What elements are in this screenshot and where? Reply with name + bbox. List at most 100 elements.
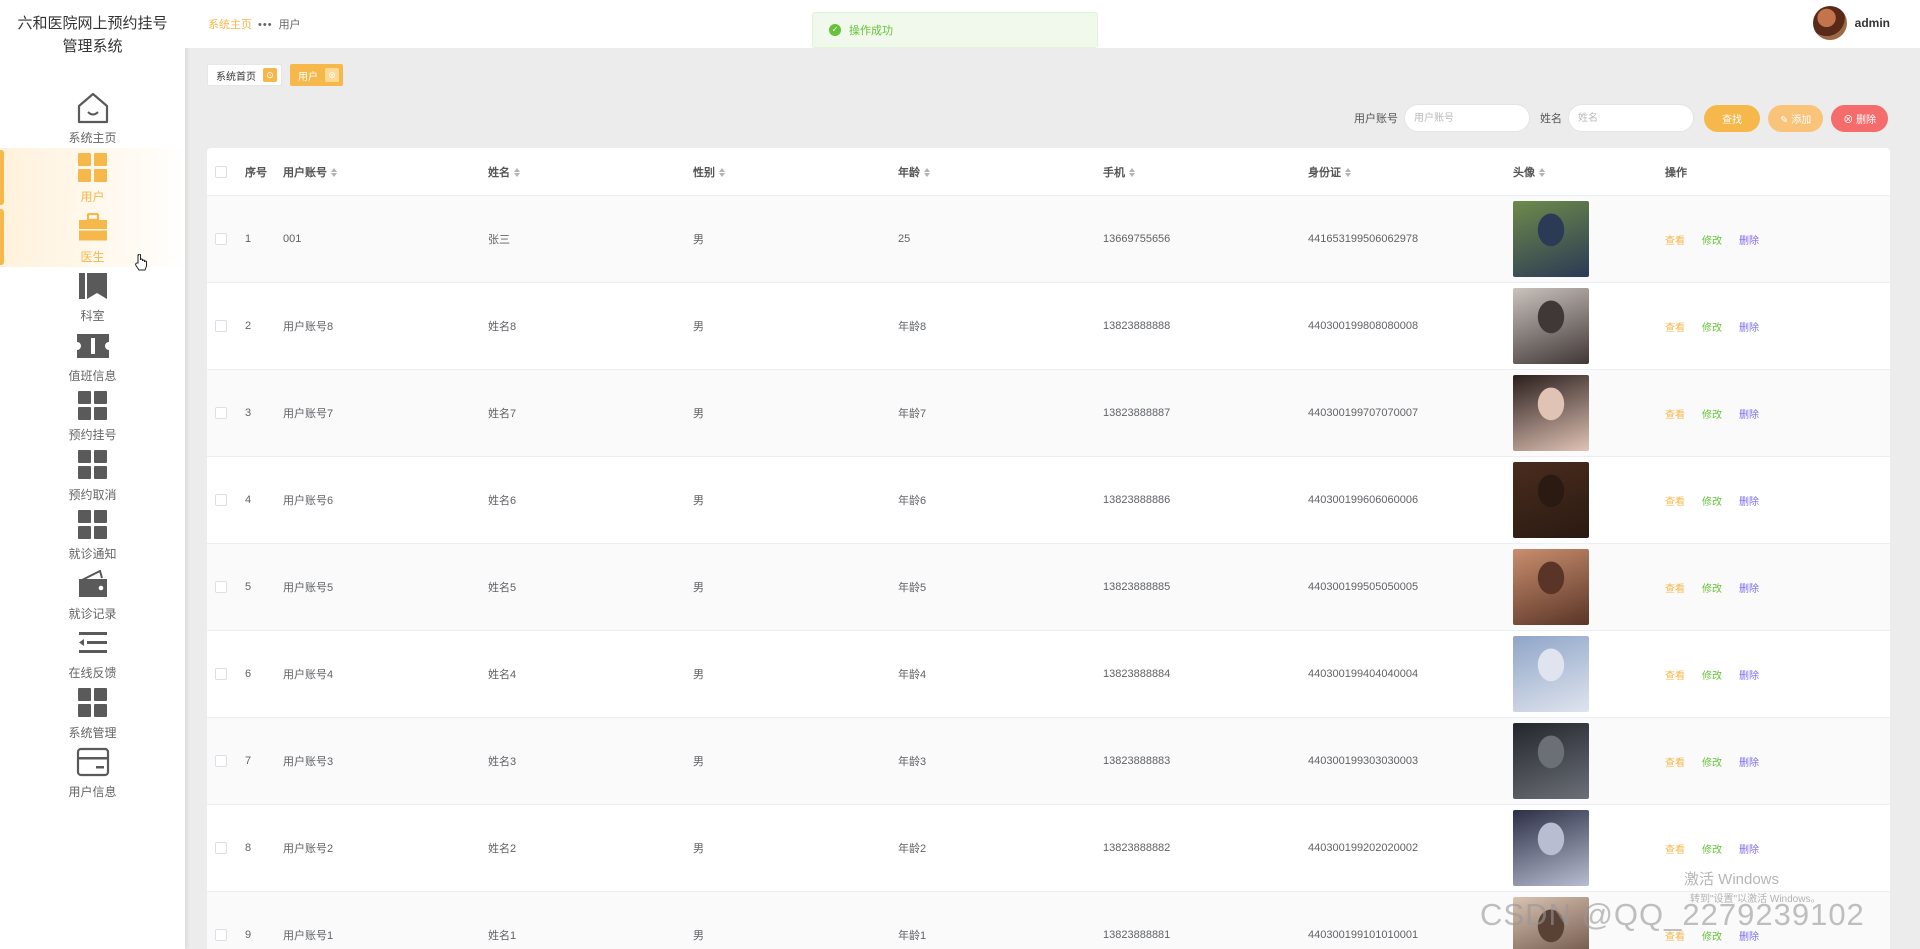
column-header[interactable]: 用户账号 (282, 148, 487, 196)
column-header[interactable]: 性别 (692, 148, 897, 196)
edit-button[interactable]: 修改 (1702, 236, 1722, 247)
view-button[interactable]: 查看 (1665, 758, 1685, 769)
cell-id-card: 440300199505050005 (1307, 543, 1512, 631)
cell-id-card: 440300199606060006 (1307, 456, 1512, 544)
column-header: 序号 (244, 148, 282, 196)
account-value: 用户账号8 (283, 321, 334, 333)
delete-button[interactable]: 删除 (1739, 671, 1759, 682)
sidebar-item[interactable]: 就诊记录 (0, 564, 185, 624)
gender-value: 男 (693, 495, 704, 507)
id-card-value: 440300199707070007 (1308, 407, 1419, 419)
edit-button[interactable]: 修改 (1702, 758, 1722, 769)
row-checkbox[interactable] (215, 320, 227, 332)
sort-icon[interactable] (514, 168, 520, 178)
edit-button[interactable]: 修改 (1702, 410, 1722, 421)
select-all-checkbox[interactable] (215, 165, 227, 178)
row-checkbox[interactable] (215, 494, 227, 506)
tag-close-icon[interactable]: ⊙ (263, 68, 277, 82)
grid-icon (76, 150, 110, 184)
column-header[interactable]: 头像 (1512, 148, 1664, 196)
sort-icon[interactable] (1129, 168, 1135, 178)
add-button[interactable]: ✎ 添加 (1768, 104, 1824, 132)
sort-icon[interactable] (331, 168, 337, 178)
select-cell (207, 804, 244, 892)
sidebar-item[interactable]: 系统管理 (0, 683, 185, 743)
row-checkbox[interactable] (215, 668, 227, 680)
column-header[interactable]: 手机 (1102, 148, 1307, 196)
edit-button[interactable]: 修改 (1702, 932, 1722, 943)
view-button[interactable]: 查看 (1665, 932, 1685, 943)
column-header[interactable]: 姓名 (487, 148, 692, 196)
edit-button[interactable]: 修改 (1702, 845, 1722, 856)
sort-icon[interactable] (719, 168, 725, 178)
id-card-value: 440300199808080008 (1308, 320, 1419, 332)
sort-icon[interactable] (1345, 168, 1351, 178)
delete-button[interactable]: 删除 (1739, 758, 1759, 769)
sidebar-item[interactable]: 科室 (0, 267, 185, 327)
tag-user[interactable]: 用户 ⊗ (290, 64, 343, 86)
cell-account: 001 (282, 195, 487, 283)
tag-close-icon[interactable]: ⊗ (325, 68, 339, 82)
account-value: 用户账号6 (283, 495, 334, 507)
column-header[interactable]: 身份证 (1307, 148, 1512, 196)
view-button[interactable]: 查看 (1665, 845, 1685, 856)
view-button[interactable]: 查看 (1665, 236, 1685, 247)
sidebar-item[interactable]: 医生 (0, 207, 185, 267)
cell-gender: 男 (692, 717, 897, 805)
delete-button[interactable]: 删除 (1739, 323, 1759, 334)
view-button[interactable]: 查看 (1665, 584, 1685, 595)
sidebar-item[interactable]: 在线反馈 (0, 624, 185, 684)
breadcrumb-home[interactable]: 系统主页 (208, 19, 252, 31)
cell-gender: 男 (692, 891, 897, 949)
cell-id-card: 440300199202020002 (1307, 804, 1512, 892)
cell-phone: 13823888885 (1102, 543, 1307, 631)
edit-button[interactable]: 修改 (1702, 323, 1722, 334)
delete-button[interactable]: 删除 (1739, 497, 1759, 508)
sidebar: 六和医院网上预约挂号管理系统 系统主页 用户 医生 科室 值班信息 预约挂号 预约取消 就诊通… (0, 0, 185, 949)
view-button[interactable]: 查看 (1665, 671, 1685, 682)
row-checkbox[interactable] (215, 581, 227, 593)
cell-actions: 查看 修改 删除 (1664, 543, 1890, 631)
cell-name: 姓名5 (487, 543, 692, 631)
sidebar-item[interactable]: 用户 (0, 147, 185, 207)
sidebar-item-label: 预约取消 (68, 487, 117, 502)
name-search-input[interactable] (1568, 104, 1695, 132)
sidebar-item[interactable]: 预约取消 (0, 445, 185, 505)
user-photo (1513, 462, 1589, 538)
sidebar-item[interactable]: 值班信息 (0, 326, 185, 386)
age-value: 年龄6 (898, 495, 927, 507)
tag-home[interactable]: 系统首页 ⊙ (207, 64, 282, 86)
row-checkbox[interactable] (215, 842, 227, 854)
account-search-input[interactable] (1404, 104, 1531, 132)
edit-button[interactable]: 修改 (1702, 671, 1722, 682)
batch-delete-button[interactable]: ⊗ 删除 (1831, 104, 1888, 132)
edit-button[interactable]: 修改 (1702, 584, 1722, 595)
sort-icon[interactable] (924, 168, 930, 178)
sidebar-item[interactable]: 预约挂号 (0, 386, 185, 446)
row-checkbox[interactable] (215, 755, 227, 767)
delete-button[interactable]: 删除 (1739, 932, 1759, 943)
delete-button[interactable]: 删除 (1739, 410, 1759, 421)
user-photo (1513, 549, 1589, 625)
delete-button[interactable]: 删除 (1739, 236, 1759, 247)
view-button[interactable]: 查看 (1665, 410, 1685, 421)
cell-account: 用户账号4 (282, 630, 487, 718)
column-header[interactable]: 年龄 (897, 148, 1102, 196)
avatar[interactable] (1812, 6, 1847, 40)
view-button[interactable]: 查看 (1665, 497, 1685, 508)
delete-button[interactable]: 删除 (1739, 584, 1759, 595)
sidebar-item[interactable]: 用户信息 (0, 743, 185, 803)
sort-icon[interactable] (1539, 168, 1545, 178)
sidebar-item[interactable]: 系统主页 (0, 88, 185, 148)
sidebar-item[interactable]: 就诊通知 (0, 505, 185, 565)
row-checkbox[interactable] (215, 407, 227, 419)
user-name[interactable]: admin (1855, 16, 1890, 30)
delete-button[interactable]: 删除 (1739, 845, 1759, 856)
find-button[interactable]: 查找 (1704, 104, 1761, 132)
select-cell (207, 195, 244, 283)
user-menu[interactable]: admin (1812, 6, 1890, 40)
row-checkbox[interactable] (215, 233, 227, 245)
view-button[interactable]: 查看 (1665, 323, 1685, 334)
row-checkbox[interactable] (215, 929, 227, 941)
edit-button[interactable]: 修改 (1702, 497, 1722, 508)
